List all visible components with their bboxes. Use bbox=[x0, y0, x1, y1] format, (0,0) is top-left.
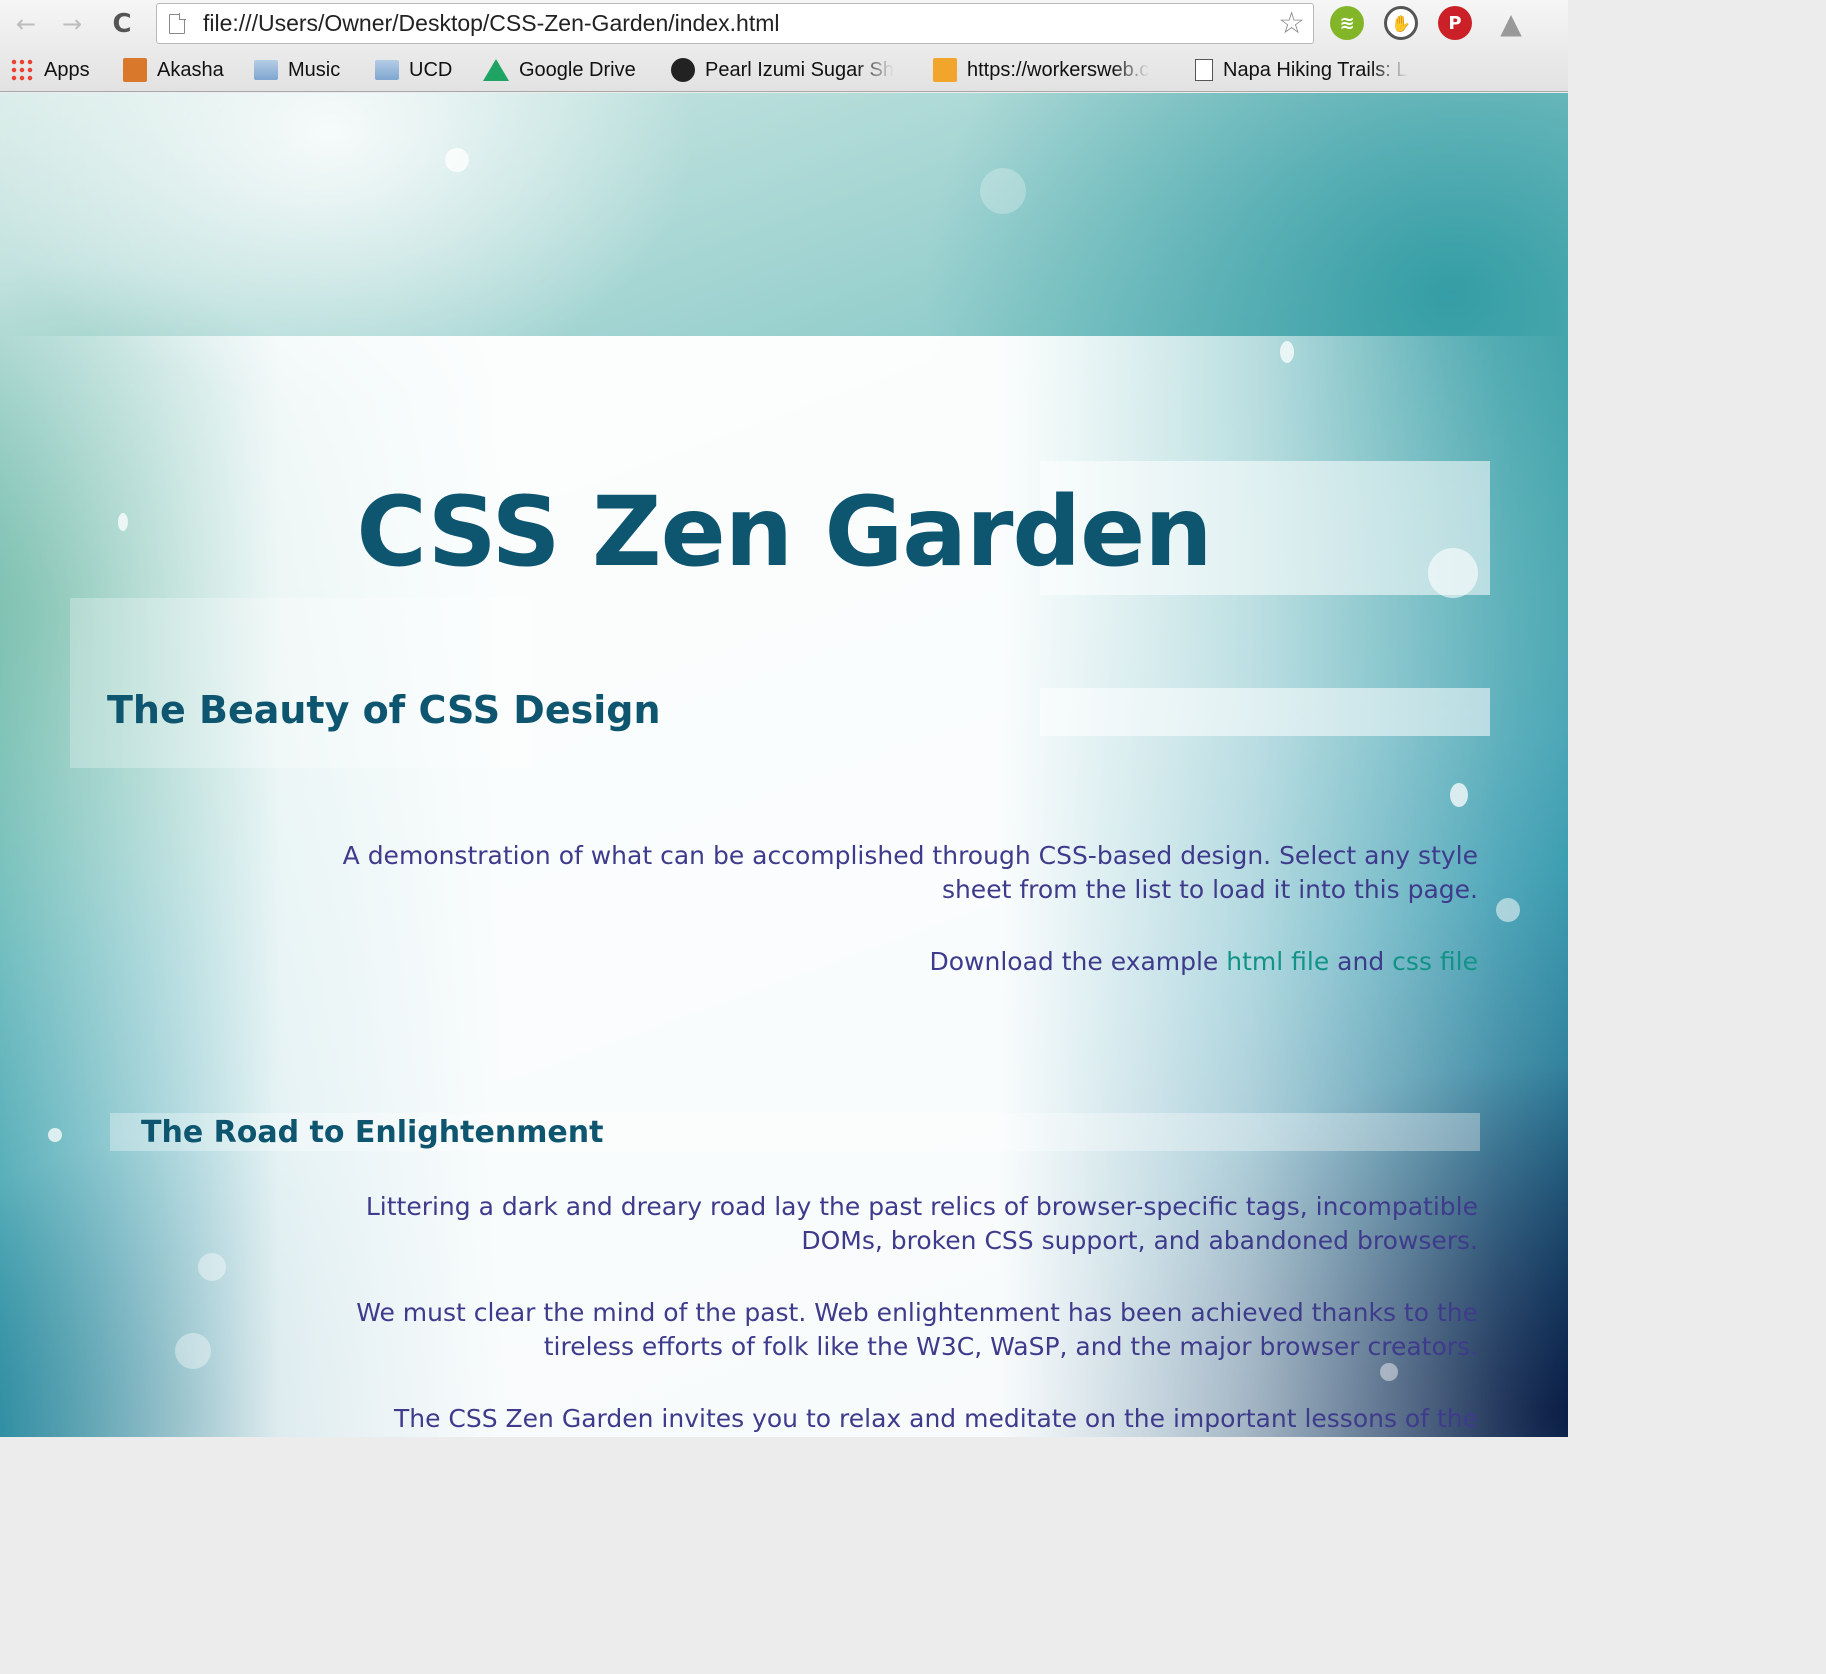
folder-icon bbox=[375, 60, 399, 80]
page-icon bbox=[169, 12, 186, 34]
bookmarks-bar: Apps Akasha Music UCD Google Drive Pearl… bbox=[0, 48, 1568, 92]
bookmark-ucd[interactable]: UCD bbox=[375, 57, 452, 83]
bookmark-label: Music bbox=[288, 58, 341, 81]
bookmark-label: Google Drive bbox=[519, 58, 636, 81]
download-text: Download the example bbox=[929, 947, 1227, 976]
hand-extension-icon[interactable]: ✋ bbox=[1384, 6, 1418, 40]
decorative-band bbox=[70, 598, 530, 768]
section-heading: The Road to Enlightenment bbox=[141, 1115, 604, 1150]
bookmark-label: UCD bbox=[409, 58, 453, 81]
bookmark-label: https://workersweb.c bbox=[967, 58, 1150, 81]
paragraph-line: tireless efforts of folk like the W3C, W… bbox=[543, 1332, 1478, 1361]
bookmark-star-icon[interactable]: ☆ bbox=[1278, 6, 1305, 41]
back-button[interactable]: ← bbox=[10, 8, 42, 40]
download-paragraph: Download the example html file and css f… bbox=[930, 945, 1478, 979]
pearl-izumi-icon bbox=[671, 58, 695, 82]
apps-grid-icon bbox=[10, 58, 34, 82]
reload-icon: C bbox=[112, 9, 132, 39]
intro-line: sheet from the list to load it into this… bbox=[941, 875, 1478, 904]
decorative-band bbox=[1040, 688, 1490, 736]
pinterest-extension-icon[interactable]: P bbox=[1438, 6, 1472, 40]
spotify-extension-icon[interactable]: ≋ bbox=[1330, 6, 1364, 40]
bookmark-label: Apps bbox=[44, 58, 90, 81]
css-file-link[interactable]: css file bbox=[1392, 947, 1478, 976]
bookmark-akasha[interactable]: Akasha bbox=[123, 57, 224, 83]
page-icon bbox=[1195, 59, 1213, 81]
paragraph-line: We must clear the mind of the past. Web … bbox=[356, 1298, 1478, 1327]
paragraph-line: DOMs, broken CSS support, and abandoned … bbox=[801, 1226, 1478, 1255]
page-subtitle: The Beauty of CSS Design bbox=[107, 688, 661, 732]
page-title: CSS Zen Garden bbox=[356, 476, 1212, 588]
bookmark-music[interactable]: Music bbox=[254, 57, 340, 83]
intro-paragraph: A demonstration of what can be accomplis… bbox=[343, 839, 1478, 907]
bokeh-dot bbox=[980, 168, 1026, 214]
folder-icon bbox=[254, 60, 278, 80]
address-bar[interactable]: file:///Users/Owner/Desktop/CSS-Zen-Gard… bbox=[156, 3, 1314, 44]
url-text[interactable]: file:///Users/Owner/Desktop/CSS-Zen-Gard… bbox=[203, 10, 1278, 37]
box-icon bbox=[933, 58, 957, 82]
google-drive-icon bbox=[483, 59, 509, 81]
bookmark-label: Napa Hiking Trails: L bbox=[1223, 58, 1408, 81]
section-paragraph-1: Littering a dark and dreary road lay the… bbox=[366, 1190, 1478, 1258]
bookmark-napa-hiking[interactable]: Napa Hiking Trails: L bbox=[1195, 57, 1427, 83]
page-viewport[interactable]: CSS Zen Garden The Beauty of CSS Design … bbox=[0, 93, 1568, 1437]
back-arrow-icon: ← bbox=[15, 10, 37, 38]
paragraph-line: Littering a dark and dreary road lay the… bbox=[365, 1192, 1478, 1221]
forward-arrow-icon: → bbox=[61, 10, 83, 38]
bookmark-apps[interactable]: Apps bbox=[10, 57, 90, 83]
bookmark-label: Pearl Izumi Sugar Sh bbox=[705, 58, 894, 81]
html-file-link[interactable]: html file bbox=[1226, 947, 1329, 976]
forward-button[interactable]: → bbox=[56, 8, 88, 40]
browser-toolbar: ← → C file:///Users/Owner/Desktop/CSS-Ze… bbox=[0, 0, 1568, 48]
intro-line: A demonstration of what can be accomplis… bbox=[342, 841, 1478, 870]
section-paragraph-3: The CSS Zen Garden invites you to relax … bbox=[394, 1402, 1478, 1436]
reload-button[interactable]: C bbox=[106, 8, 138, 40]
bookmark-workersweb[interactable]: https://workersweb.c bbox=[933, 57, 1169, 83]
and-text: and bbox=[1329, 947, 1393, 976]
paragraph-line: The CSS Zen Garden invites you to relax … bbox=[393, 1404, 1478, 1433]
bokeh-dot bbox=[445, 148, 469, 172]
drive-extension-icon[interactable]: ▲ bbox=[1494, 6, 1528, 40]
bookmark-google-drive[interactable]: Google Drive bbox=[483, 57, 636, 83]
section-paragraph-2: We must clear the mind of the past. Web … bbox=[356, 1296, 1478, 1364]
bookmark-pearl-izumi[interactable]: Pearl Izumi Sugar Sh bbox=[671, 57, 906, 83]
bookmark-label: Akasha bbox=[157, 58, 224, 81]
akasha-yoga-icon bbox=[123, 58, 147, 82]
